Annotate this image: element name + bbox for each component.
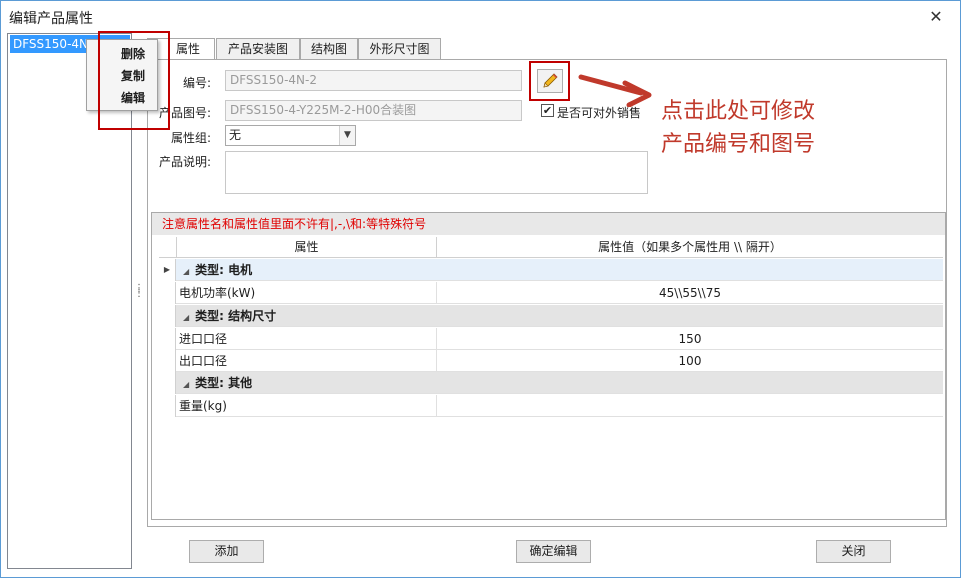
tab-outline-drawing[interactable]: 外形尺寸图 — [358, 38, 441, 60]
description-field[interactable] — [225, 151, 648, 194]
window-title: 编辑产品属性 — [9, 11, 93, 27]
grid-corner — [159, 237, 176, 258]
row-indicator — [159, 328, 176, 350]
group-title-text: 类型: 电机 — [195, 263, 253, 277]
edit-product-attributes-dialog: 编辑产品属性 ✕ DFSS150-4N-2 ⋮ ⋮ 属性 产品安装图 结构图 外形… — [0, 0, 961, 578]
group-row[interactable]: ▶ ◢ 类型: 电机 — [159, 259, 943, 281]
collapse-icon[interactable]: ◢ — [183, 267, 189, 276]
attribute-name[interactable]: 出口口径 — [179, 350, 227, 372]
attribute-name[interactable]: 电机功率(kW) — [179, 282, 255, 304]
table-row[interactable]: 出口口径 100 — [159, 350, 943, 372]
annotation-text-line1: 点击此处可修改 — [661, 99, 816, 124]
group-title-text: 类型: 结构尺寸 — [195, 309, 277, 323]
chevron-down-icon[interactable]: ▼ — [339, 126, 355, 145]
close-button[interactable]: 关闭 — [816, 540, 891, 563]
collapse-icon[interactable]: ◢ — [183, 380, 189, 389]
grid-notice: 注意属性名和属性值里面不许有|,-,\和:等特殊符号 — [152, 213, 945, 235]
panel-splitter-handle[interactable]: ⋮ ⋮ — [134, 284, 144, 316]
collapse-icon[interactable]: ◢ — [183, 313, 189, 322]
group-title-text: 类型: 其他 — [195, 376, 253, 390]
add-button[interactable]: 添加 — [189, 540, 264, 563]
group-title: ◢ 类型: 其他 — [183, 372, 252, 396]
attribute-value[interactable] — [436, 395, 943, 417]
attr-group-value: 无 — [229, 128, 242, 142]
table-row[interactable]: 重量(kg) — [159, 395, 943, 417]
drawing-number-field[interactable]: DFSS150-4-Y225M-2-H00合装图 — [225, 100, 522, 121]
group-row[interactable]: ◢ 类型: 其他 — [159, 372, 943, 394]
close-window-button[interactable]: ✕ — [919, 7, 953, 27]
row-indicator-icon: ▶ — [159, 259, 176, 281]
annotation-arrow-icon — [578, 74, 652, 107]
grid-header: 属性 属性值（如果多个属性用 \\ 隔开） — [159, 237, 943, 258]
confirm-edit-button[interactable]: 确定编辑 — [516, 540, 591, 563]
column-header-value[interactable]: 属性值（如果多个属性用 \\ 隔开） — [436, 237, 943, 258]
group-title: ◢ 类型: 电机 — [183, 259, 252, 283]
column-header-name[interactable]: 属性 — [176, 237, 436, 258]
description-label: 产品说明: — [158, 155, 211, 169]
table-row[interactable]: 电机功率(kW) 45\\55\\75 — [159, 282, 943, 304]
product-code-field[interactable]: DFSS150-4N-2 — [225, 70, 522, 91]
highlight-box-edit — [529, 61, 570, 101]
table-row[interactable]: 进口口径 150 — [159, 328, 943, 350]
row-indicator — [159, 305, 176, 327]
attribute-name[interactable]: 重量(kg) — [179, 395, 227, 417]
highlight-box-menu — [98, 31, 170, 130]
attribute-name[interactable]: 进口口径 — [179, 328, 227, 350]
row-indicator — [159, 350, 176, 372]
attribute-value[interactable]: 150 — [436, 328, 943, 350]
annotation-text-line2: 产品编号和图号 — [661, 132, 816, 157]
row-indicator — [159, 372, 176, 394]
group-row[interactable]: ◢ 类型: 结构尺寸 — [159, 305, 943, 327]
tab-structure-drawing[interactable]: 结构图 — [300, 38, 358, 60]
tab-install-drawing[interactable]: 产品安装图 — [216, 38, 300, 60]
attr-group-label: 属性组: — [170, 131, 211, 145]
row-indicator — [159, 395, 176, 417]
tab-label: 属性 — [175, 42, 200, 56]
product-code-label: 编号: — [182, 76, 211, 90]
external-sale-checkbox[interactable]: ✔ — [541, 104, 554, 117]
attribute-value[interactable]: 45\\55\\75 — [436, 282, 943, 304]
row-indicator — [159, 282, 176, 304]
attribute-grid: 注意属性名和属性值里面不许有|,-,\和:等特殊符号 属性 属性值（如果多个属性… — [151, 212, 946, 520]
attr-group-select[interactable]: 无 ▼ — [225, 125, 356, 146]
attribute-value[interactable]: 100 — [436, 350, 943, 372]
group-title: ◢ 类型: 结构尺寸 — [183, 305, 276, 329]
title-bar: 编辑产品属性 ✕ — [1, 1, 960, 33]
